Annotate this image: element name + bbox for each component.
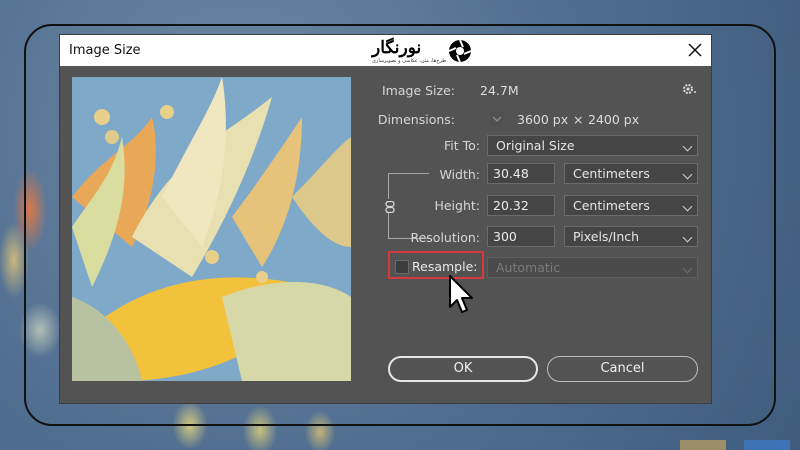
gear-icon[interactable] bbox=[681, 81, 697, 97]
chevron-down-icon[interactable] bbox=[490, 112, 504, 126]
resolution-unit-value: Pixels/Inch bbox=[573, 229, 640, 244]
flower-preview-image bbox=[72, 77, 351, 381]
fit-to-label: Fit To: bbox=[444, 138, 480, 153]
logo-tagline: طرح‌ها، متن، عکاسی و تصویرسازی bbox=[372, 58, 447, 64]
title-bar: Image Size نورنگار طرح‌ها، متن، عکاسی و … bbox=[60, 35, 711, 66]
width-unit-value: Centimeters bbox=[573, 166, 650, 181]
height-label: Height: bbox=[434, 198, 480, 213]
corner-block-blue bbox=[744, 440, 790, 450]
height-unit-select[interactable]: Centimeters bbox=[564, 195, 698, 216]
width-unit-select[interactable]: Centimeters bbox=[564, 163, 698, 184]
cancel-button[interactable]: Cancel bbox=[547, 356, 698, 382]
chevron-down-icon bbox=[682, 201, 693, 212]
dimensions-width-value: 3600 px bbox=[517, 112, 569, 127]
image-size-dialog: Image Size نورنگار طرح‌ها، متن، عکاسی و … bbox=[60, 35, 711, 403]
corner-block-olive bbox=[680, 440, 726, 450]
image-preview[interactable] bbox=[72, 77, 351, 381]
resolution-unit-select[interactable]: Pixels/Inch bbox=[564, 226, 698, 247]
chevron-down-icon bbox=[682, 263, 693, 274]
chevron-down-icon bbox=[682, 141, 693, 152]
image-size-value: 24.7M bbox=[480, 83, 519, 98]
chevron-down-icon bbox=[682, 232, 693, 243]
resample-method-select[interactable]: Automatic bbox=[487, 257, 698, 278]
ok-button[interactable]: OK bbox=[388, 356, 538, 382]
resample-method-value: Automatic bbox=[496, 260, 561, 275]
mouse-pointer-icon bbox=[449, 275, 473, 313]
watermark-logo: نورنگار طرح‌ها، متن، عکاسی و تصویرسازی bbox=[370, 37, 472, 65]
height-unit-value: Centimeters bbox=[573, 198, 650, 213]
corner-decoration bbox=[680, 440, 800, 450]
dialog-title: Image Size bbox=[69, 43, 141, 58]
image-size-label: Image Size: bbox=[382, 83, 455, 98]
height-input[interactable]: 20.32 bbox=[487, 195, 555, 216]
close-icon[interactable] bbox=[687, 42, 703, 58]
aperture-icon bbox=[448, 39, 472, 63]
link-chain-icon[interactable] bbox=[385, 201, 395, 213]
constrain-bracket-top bbox=[388, 173, 429, 199]
chevron-down-icon bbox=[682, 169, 693, 180]
dimensions-times-sign: × bbox=[573, 112, 584, 127]
dimensions-height-value: 2400 px bbox=[588, 112, 640, 127]
dimensions-label: Dimensions: bbox=[377, 112, 455, 127]
width-label: Width: bbox=[439, 167, 480, 182]
fit-to-select[interactable]: Original Size bbox=[487, 135, 698, 156]
resolution-label: Resolution: bbox=[410, 230, 480, 245]
resolution-input[interactable]: 300 bbox=[487, 226, 555, 247]
fit-to-value: Original Size bbox=[496, 138, 575, 153]
logo-text: نورنگار bbox=[372, 38, 422, 58]
width-input[interactable]: 30.48 bbox=[487, 163, 555, 184]
